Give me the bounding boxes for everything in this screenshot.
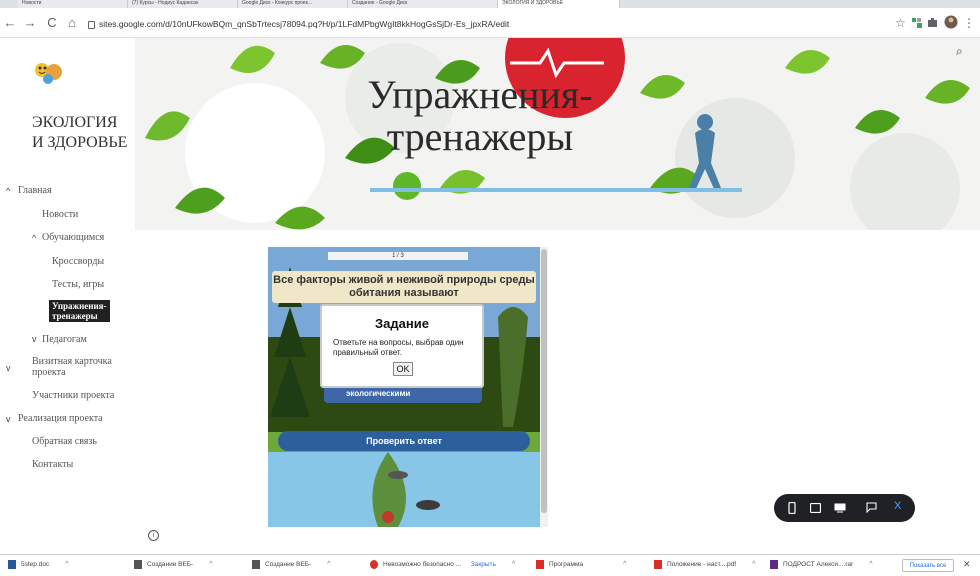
browser-tab[interactable]: Новости xyxy=(18,0,128,8)
file-icon xyxy=(134,560,142,569)
url-text: sites.google.com/d/10nUFkowBQm_qnSbTrtec… xyxy=(99,19,510,29)
chevron-up-icon[interactable]: ^ xyxy=(623,561,626,568)
nav-item-contacts[interactable]: Контакты xyxy=(32,459,73,470)
nav-item-students[interactable]: Обучающимся xyxy=(42,232,104,243)
puzzle-icon[interactable] xyxy=(927,17,938,31)
nav-item-tests[interactable]: Тесты, игры xyxy=(52,279,104,290)
close-warning-button[interactable]: Закрыть xyxy=(471,561,496,568)
page-title: Упражнения- тренажеры xyxy=(367,72,593,159)
browser-tab[interactable]: Создание - Google Диск xyxy=(348,0,498,8)
chevron-up-icon[interactable]: ^ xyxy=(512,561,515,568)
browser-toolbar: ← → C ⌂ sites.google.com/d/10nUFkowBQm_q… xyxy=(0,8,980,38)
chevron-up-icon[interactable]: ^ xyxy=(869,561,872,568)
desktop-icon[interactable] xyxy=(834,503,846,513)
nav-item-news[interactable]: Новости xyxy=(42,209,78,220)
download-warning[interactable]: Невозможно безопасно ... Закрыть ^ xyxy=(370,560,515,569)
file-icon xyxy=(252,560,260,569)
title-underline xyxy=(370,188,742,192)
browser-tab[interactable]: (7) Курсы - Нодиус Кадансах xyxy=(128,0,238,8)
browser-menu-icon[interactable]: ⋮ xyxy=(963,16,975,30)
browser-tab[interactable]: Google Диск - Конкурс проек... xyxy=(238,0,348,8)
nav-item-teachers[interactable]: Педагогам xyxy=(42,334,87,345)
downloads-shelf: 5step.doc ^ Создание ВЕБ- ^ Создание ВЕБ- ^… xyxy=(0,554,980,576)
info-icon[interactable]: i xyxy=(148,530,159,541)
exercise-embed[interactable]: 1 / 3 Все факторы живой и неживой природ… xyxy=(268,247,540,527)
chevron-up-icon[interactable]: ^ xyxy=(32,233,36,243)
download-item[interactable]: Программа ^ xyxy=(536,560,626,569)
embed-scrollbar[interactable] xyxy=(540,247,548,527)
comment-icon[interactable] xyxy=(866,502,877,513)
address-bar[interactable]: sites.google.com/d/10nUFkowBQm_qnSbTrtec… xyxy=(88,14,878,34)
question-text: Все факторы живой и неживой природы сред… xyxy=(272,271,536,303)
download-item[interactable]: ПОДРОСТ Алекси....rar ^ xyxy=(770,560,873,569)
tablet-icon[interactable] xyxy=(810,503,821,513)
dialog-title: Задание xyxy=(375,316,429,331)
ok-button[interactable]: OK xyxy=(393,362,413,376)
phone-icon[interactable] xyxy=(788,502,796,514)
chevron-down-icon[interactable]: v xyxy=(6,414,11,424)
search-icon[interactable]: ⌕ xyxy=(956,44,963,59)
warning-icon xyxy=(370,560,378,569)
nav-item-exercises[interactable]: Упражнения- тренажеры xyxy=(49,300,110,322)
dialog-text: Ответьте на вопросы, выбрав один правиль… xyxy=(333,338,464,357)
nav-item-crosswords[interactable]: Кроссворды xyxy=(52,256,104,267)
extension-icon[interactable] xyxy=(911,17,923,32)
nav-item-feedback[interactable]: Обратная связь xyxy=(32,436,97,447)
pdf-file-icon xyxy=(654,560,662,569)
task-dialog: Задание Ответьте на вопросы, выбрав один… xyxy=(320,304,484,388)
tab-strip: Новости (7) Курсы - Нодиус Кадансах Goog… xyxy=(0,0,980,8)
browser-tab-active[interactable]: ЭКОЛОГИЯ И ЗДОРОВЬЕ xyxy=(498,0,620,8)
chevron-down-icon[interactable]: v xyxy=(6,363,11,373)
close-preview-icon[interactable]: X xyxy=(894,500,901,512)
close-shelf-icon[interactable]: ✕ xyxy=(963,559,971,570)
site-title[interactable]: ЭКОЛОГИЯ И ЗДОРОВЬЕ xyxy=(32,113,127,153)
show-all-downloads-button[interactable]: Показать все xyxy=(902,559,954,572)
forward-button[interactable]: → xyxy=(22,15,38,30)
chevron-up-icon[interactable]: ^ xyxy=(65,561,68,568)
download-item[interactable]: Создание ВЕБ- ^ xyxy=(252,560,331,569)
lock-icon xyxy=(88,20,95,29)
progress-indicator: 1 / 3 xyxy=(328,252,468,260)
chevron-up-icon[interactable]: ^ xyxy=(752,561,755,568)
site-logo xyxy=(35,63,62,84)
reload-button[interactable]: C xyxy=(44,15,60,30)
scrollbar-thumb[interactable] xyxy=(541,249,547,513)
check-answer-button[interactable]: Проверить ответ xyxy=(278,431,530,451)
back-button[interactable]: ← xyxy=(2,15,18,30)
chevron-up-icon[interactable]: ^ xyxy=(6,186,10,196)
site-sidebar: ЭКОЛОГИЯ И ЗДОРОВЬЕ ^ Главная Новости ^ … xyxy=(0,38,135,554)
nav-item-implementation[interactable]: Реализация проекта xyxy=(18,413,103,424)
profile-avatar[interactable] xyxy=(944,15,958,32)
nav-item-project-card[interactable]: Визитная карточка проекта xyxy=(32,356,112,378)
device-preview-toolbar: X xyxy=(774,494,915,522)
chevron-up-icon[interactable]: ^ xyxy=(327,561,330,568)
download-item[interactable]: Создание ВЕБ- ^ xyxy=(134,560,213,569)
download-item[interactable]: Положение - наст....pdf ^ xyxy=(654,560,755,569)
pdf-file-icon xyxy=(536,560,544,569)
nav-item-participants[interactable]: Участники проекта xyxy=(32,390,114,401)
download-item[interactable]: 5step.doc ^ xyxy=(8,560,68,569)
home-button[interactable]: ⌂ xyxy=(64,15,80,30)
archive-file-icon xyxy=(770,560,778,569)
chevron-down-icon[interactable]: v xyxy=(32,334,37,344)
bookmark-star-icon[interactable]: ☆ xyxy=(895,16,906,30)
nav-item-home[interactable]: Главная xyxy=(18,185,52,196)
chevron-up-icon[interactable]: ^ xyxy=(209,561,212,568)
word-file-icon xyxy=(8,560,16,569)
